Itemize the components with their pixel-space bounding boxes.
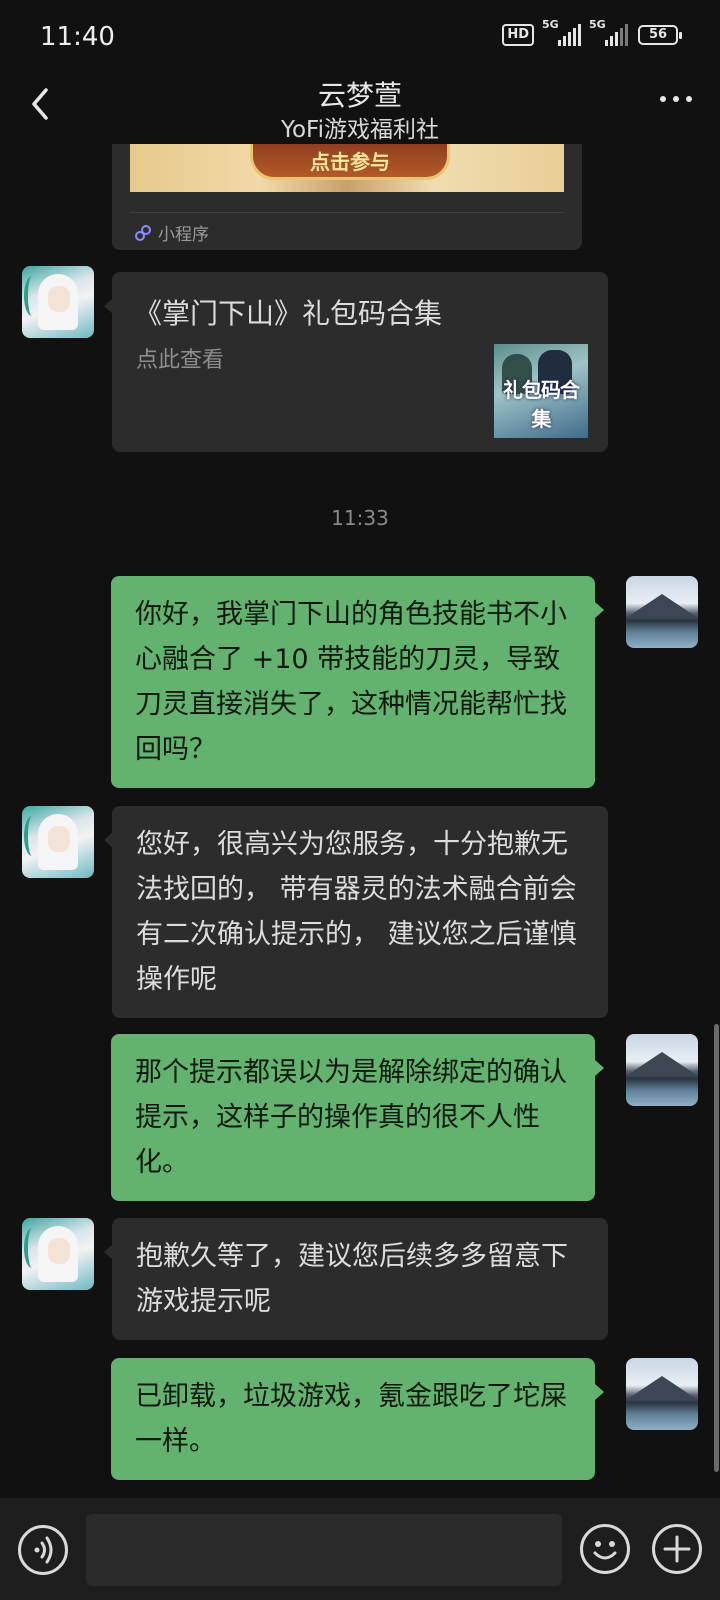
chat-subtitle: YoFi游戏福利社	[280, 117, 439, 143]
plus-icon	[663, 1535, 691, 1563]
more-button[interactable]	[660, 96, 692, 102]
link-card-description: 点此查看	[136, 348, 225, 373]
hd-badge: HD	[502, 24, 534, 46]
my-avatar[interactable]	[626, 1358, 698, 1430]
status-bar: 11:40 HD 5G 5G 56	[0, 0, 720, 74]
voice-button[interactable]	[18, 1525, 68, 1575]
my-avatar[interactable]	[626, 576, 698, 648]
message-bubble-outgoing[interactable]: 你好，我掌门下山的角色技能书不小心融合了 +10 带技能的刀灵，导致刀灵直接消失…	[111, 576, 604, 788]
mini-program-label: 小程序	[158, 225, 209, 245]
message-input[interactable]	[86, 1514, 562, 1586]
battery-icon: 56	[638, 25, 682, 45]
input-bar	[0, 1498, 720, 1600]
chat-scrollbar[interactable]	[714, 1024, 719, 1472]
emoji-button[interactable]	[580, 1524, 630, 1574]
link-card-thumb-text: 礼包码合集	[503, 378, 580, 431]
network-type-label: 5G	[589, 18, 606, 31]
link-card-title: 《掌门下山》礼包码合集	[134, 297, 443, 330]
message-bubble-outgoing[interactable]: 已卸载，垃圾游戏，氪金跟吃了坨屎一样。	[111, 1358, 604, 1480]
message-bubble-incoming[interactable]: 您好，很高兴为您服务，十分抱歉无法找回的， 带有器灵的法术融合前会有二次确认提示…	[104, 806, 608, 1018]
voice-icon	[34, 1536, 53, 1564]
contact-avatar[interactable]	[22, 266, 94, 338]
mini-program-thumb-text: 点击参与	[310, 150, 390, 174]
mini-program-label-row: 小程序	[134, 220, 209, 245]
network-type-label: 5G	[542, 18, 559, 31]
message-timestamp: 11:33	[331, 506, 389, 530]
contact-avatar[interactable]	[22, 806, 94, 878]
link-card-thumbnail: 礼包码合集	[494, 344, 588, 438]
my-avatar[interactable]	[626, 1034, 698, 1106]
message-bubble-outgoing[interactable]: 那个提示都误以为是解除绑定的确认提示，这样子的操作真的很不人性化。	[111, 1034, 604, 1201]
contact-avatar[interactable]	[22, 1218, 94, 1290]
link-card-message[interactable]: 《掌门下山》礼包码合集 点此查看 礼包码合集	[104, 272, 608, 452]
signal-icon: 5G	[589, 18, 628, 46]
status-time: 11:40	[40, 22, 115, 52]
signal-icon: 5G	[542, 18, 581, 46]
more-functions-button[interactable]	[652, 1524, 702, 1574]
mini-program-thumbnail: 点击参与	[130, 144, 564, 192]
emoji-icon	[593, 1541, 617, 1560]
status-icons: HD 5G 5G 56	[502, 18, 682, 46]
chat-title: 云梦萱	[317, 79, 402, 112]
message-bubble-incoming[interactable]: 抱歉久等了，建议您后续多多留意下游戏提示呢	[104, 1218, 608, 1340]
divider	[130, 212, 564, 213]
mini-program-icon	[135, 224, 151, 241]
more-dots-icon	[660, 96, 666, 102]
chat-header: 云梦萱 YoFi游戏福利社	[0, 74, 720, 144]
mini-program-card[interactable]: 点击参与 小程序	[112, 144, 582, 250]
